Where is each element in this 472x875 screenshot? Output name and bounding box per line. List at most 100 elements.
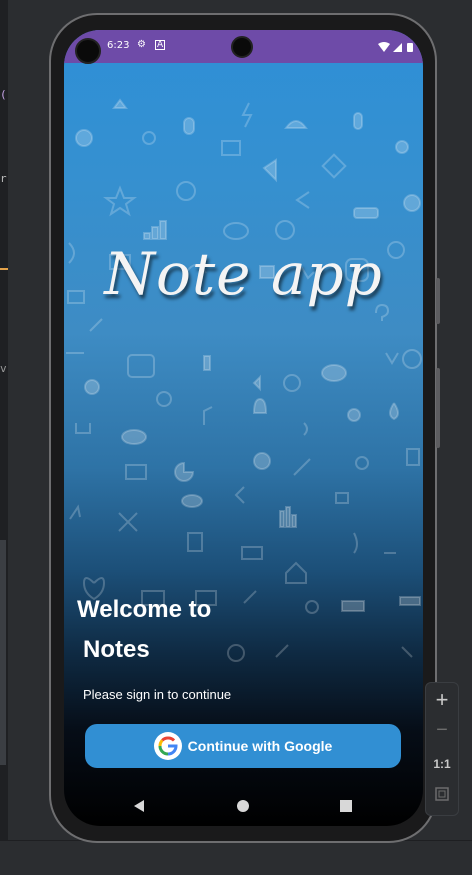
image-icon xyxy=(241,546,263,560)
speaker-icon xyxy=(262,158,277,183)
nav-home-icon[interactable] xyxy=(237,800,249,812)
treble-clef-icon xyxy=(353,532,358,554)
equalizer-icon xyxy=(279,510,285,528)
sign-in-subtitle: Please sign in to continue xyxy=(83,687,232,702)
ide-code-mark: v xyxy=(0,362,7,375)
undo-icon xyxy=(295,191,310,209)
bar-chart-icon xyxy=(159,220,167,240)
ide-highlight-line xyxy=(0,268,8,270)
money-bag-icon xyxy=(75,129,93,147)
camera-icon xyxy=(125,464,147,480)
nav-recents-icon[interactable] xyxy=(340,800,352,812)
home-icon xyxy=(285,561,307,584)
play-icon xyxy=(127,354,155,378)
settings-icon xyxy=(403,194,421,212)
lightning-icon xyxy=(241,102,253,128)
zoom-out-button[interactable]: − xyxy=(426,719,458,742)
signal-icon xyxy=(393,43,402,52)
gear-icon xyxy=(84,379,100,395)
zoom-reset-button[interactable]: 1:1 xyxy=(426,757,458,771)
drop-icon xyxy=(389,402,399,421)
status-bar: 6:23 ⚙ A xyxy=(64,30,423,64)
power-button[interactable] xyxy=(436,368,440,448)
wifi-wave-icon xyxy=(303,422,308,436)
ide-code-mark: ( xyxy=(0,88,7,101)
emulator-zoom-controls: + − 1:1 xyxy=(425,682,459,816)
google-sign-in-label: Continue with Google xyxy=(187,738,333,754)
status-time: 6:23 xyxy=(107,40,130,51)
a-box-icon: A xyxy=(155,40,166,50)
recycle-icon xyxy=(112,98,128,109)
wifi-icon xyxy=(378,42,390,52)
plus-minus-icon xyxy=(243,590,257,604)
ide-scrollbar[interactable] xyxy=(0,540,6,765)
refresh-icon xyxy=(142,131,156,145)
rain-cloud-icon xyxy=(181,494,203,508)
calculator-icon xyxy=(187,532,203,552)
welcome-heading-line2: Notes xyxy=(83,636,150,663)
bar-chart-icon xyxy=(151,226,159,240)
add-user-icon xyxy=(395,140,409,154)
gamepad-icon xyxy=(353,207,379,219)
bars-icon xyxy=(203,355,211,371)
fit-screen-icon[interactable] xyxy=(426,787,458,806)
equalizer-icon xyxy=(285,506,291,528)
background-icon-pattern xyxy=(66,98,422,662)
pen-icon xyxy=(69,504,81,520)
microphone-icon xyxy=(353,112,363,130)
nav-back-icon[interactable] xyxy=(134,800,144,812)
pie-chart-icon xyxy=(174,461,195,482)
star-icon xyxy=(103,185,137,217)
google-logo-icon xyxy=(153,732,182,760)
search-icon xyxy=(156,391,172,407)
power-icon xyxy=(227,644,245,662)
usb-icon xyxy=(89,318,103,332)
webcam-icon xyxy=(305,600,319,614)
ruler-icon xyxy=(293,458,311,476)
hand-icon xyxy=(252,397,268,414)
chevron-left-icon xyxy=(234,486,245,504)
status-icons xyxy=(378,42,413,52)
equalizer-icon xyxy=(291,514,297,528)
battery-icon xyxy=(407,43,413,52)
gear-icon xyxy=(283,374,301,392)
app-logo: Note app xyxy=(104,240,383,308)
user-icon xyxy=(347,408,361,422)
volume-button[interactable] xyxy=(436,278,440,324)
welcome-heading-line1: Welcome to xyxy=(77,596,212,623)
cloud-icon xyxy=(121,429,147,445)
front-camera-left xyxy=(75,38,101,64)
scissors-icon xyxy=(401,646,413,658)
front-camera xyxy=(231,36,253,58)
bar-chart-icon xyxy=(143,232,151,240)
tree-icon xyxy=(253,452,271,470)
ide-code-mark: r xyxy=(0,172,7,185)
lock-icon xyxy=(335,492,349,504)
dollar-icon xyxy=(252,374,261,392)
ide-bottom-bar xyxy=(0,840,472,875)
ide-left-gutter: ( r v xyxy=(0,0,8,874)
trash-icon xyxy=(406,448,420,466)
network-icon xyxy=(341,600,365,612)
chat-bubble-icon xyxy=(223,222,249,240)
google-sign-in-button[interactable]: Continue with Google xyxy=(85,724,401,768)
music-note-icon xyxy=(203,406,213,425)
mail-icon xyxy=(221,140,241,156)
system-nav-bar xyxy=(64,786,423,826)
close-icon xyxy=(118,512,138,532)
eraser-icon xyxy=(321,153,347,179)
piggy-bank-icon xyxy=(321,364,347,382)
mouse-icon xyxy=(183,117,195,135)
microphone-icon xyxy=(355,456,369,470)
gear-icon xyxy=(402,349,422,369)
keyboard-icon xyxy=(399,596,421,606)
film-reel-icon xyxy=(176,181,196,201)
download-icon xyxy=(75,423,91,434)
app-screen: 6:23 ⚙ A Note app Welcome to Notes Pleas… xyxy=(64,30,423,826)
flower-icon xyxy=(385,352,399,365)
gear-icon: ⚙ xyxy=(137,39,146,50)
zoom-in-button[interactable]: + xyxy=(426,687,458,713)
sync-icon xyxy=(275,220,295,240)
umbrella-icon xyxy=(284,120,308,129)
link-icon xyxy=(275,644,289,658)
